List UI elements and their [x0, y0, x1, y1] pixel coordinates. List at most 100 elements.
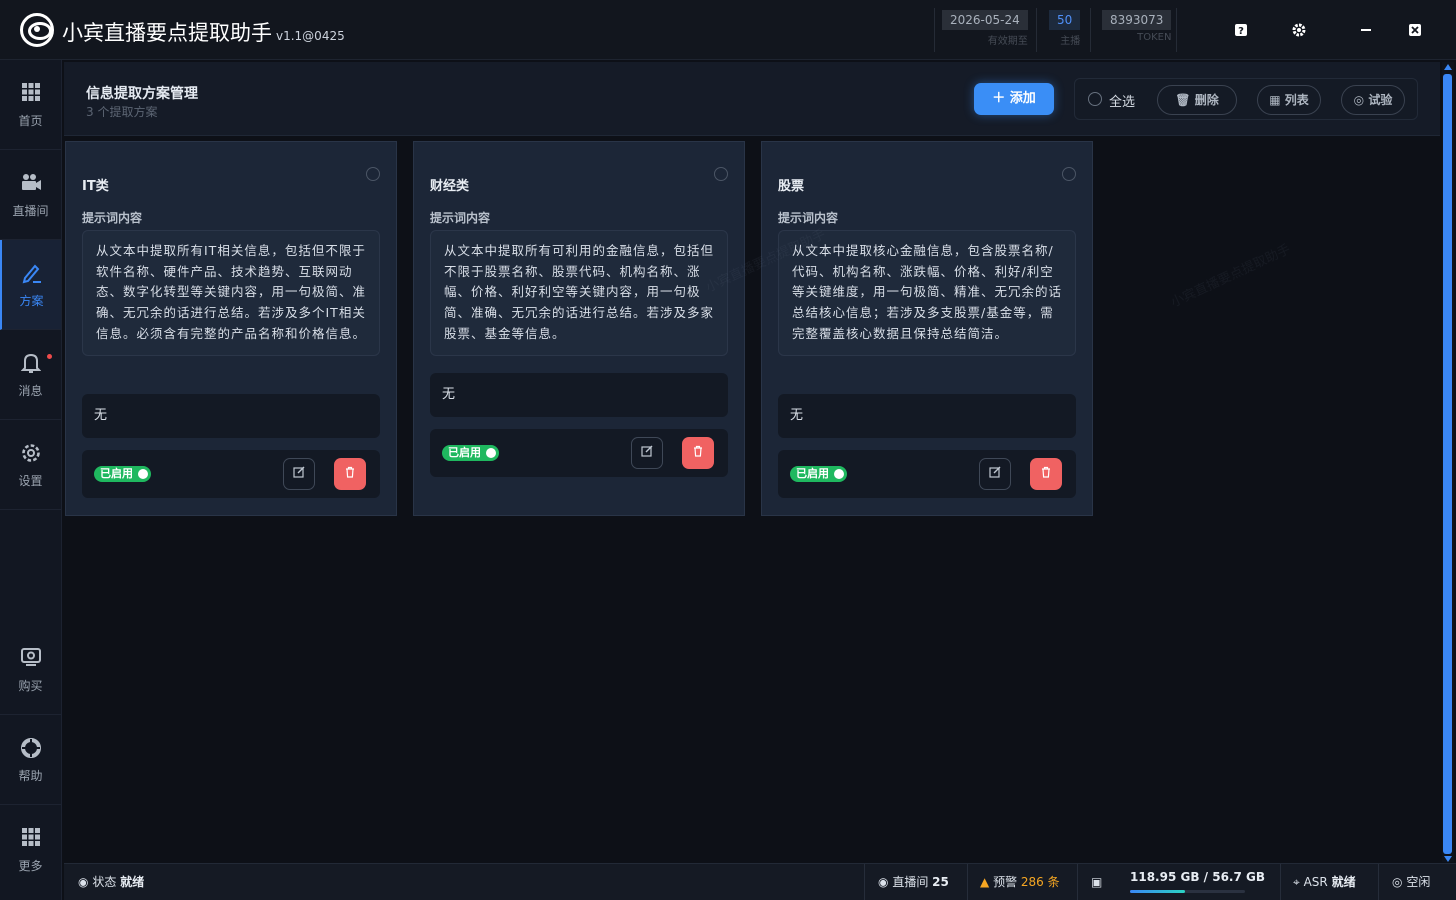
app-version: v1.1@0425 [276, 29, 345, 43]
asr-value: 就绪 [1331, 875, 1356, 889]
delete-card-button[interactable] [682, 437, 714, 469]
sidebar-item-home[interactable]: 首页 [0, 60, 61, 150]
trash-icon [346, 466, 354, 478]
edit-icon [641, 445, 653, 457]
status-label: 状态 [92, 875, 117, 889]
svg-text:?: ? [1238, 26, 1244, 37]
idle-status: ◎ 空闲 [1392, 864, 1430, 900]
test-button[interactable]: ◎ 试验 [1341, 85, 1405, 115]
sidebar-item-more[interactable]: 更多 [0, 805, 61, 895]
pen-icon [21, 262, 43, 284]
page-header: 信息提取方案管理 3 个提取方案 ＋ 添加 全选 🗑 删除 ▦ 列表 ◎ 试验 [64, 62, 1440, 136]
card-footer: 已启用 [82, 450, 380, 498]
scroll-down-arrow-icon[interactable] [1444, 856, 1452, 862]
watermark: 小宾直播要点提取助手 [1168, 242, 1293, 311]
bell-icon [20, 352, 42, 374]
expiry-stat: 2026-05-24 有效期至 [942, 10, 1028, 50]
live-room-count: ◉ 直播间 25 [878, 864, 949, 900]
plan-card-finance: 财经类 提示词内容 从文本中提取所有可利用的金融信息，包括但不限于股票名称、股票… [413, 141, 745, 516]
sidebar-item-label: 更多 [18, 859, 43, 873]
close-button[interactable] [1403, 18, 1427, 42]
sidebar-item-live-room[interactable]: 直播间 [0, 150, 61, 240]
anchor-count-value: 50 [1049, 10, 1081, 30]
enabled-toggle[interactable]: 已启用 [442, 445, 499, 461]
edit-button[interactable] [631, 437, 663, 469]
help-button[interactable]: ? [1229, 18, 1253, 42]
delete-card-button[interactable] [1030, 458, 1062, 490]
live-icon: ◉ [878, 875, 889, 889]
card-select-radio[interactable] [1062, 167, 1076, 181]
card-note: 无 [430, 373, 728, 417]
disk-usage-fill [1130, 890, 1186, 893]
divider [864, 864, 865, 900]
add-button-label: 添加 [1009, 91, 1036, 106]
sidebar-item-label: 直播间 [12, 204, 49, 218]
card-title: 股票 [778, 179, 805, 194]
sidebar-item-purchase[interactable]: 购买 [0, 625, 61, 715]
delete-button[interactable]: 🗑 删除 [1157, 85, 1237, 115]
app-title-text: 小宾直播要点提取助手 [62, 21, 272, 45]
edit-button[interactable] [979, 458, 1011, 490]
idle-icon: ◎ [1392, 875, 1403, 889]
anchor-stat: 50 主播 [1049, 10, 1081, 50]
list-view-button[interactable]: ▦ 列表 [1257, 85, 1321, 115]
enabled-toggle[interactable]: 已启用 [94, 466, 151, 482]
sidebar-item-label: 方案 [19, 294, 44, 308]
settings-button[interactable] [1287, 18, 1311, 42]
divider [967, 864, 968, 900]
divider [1036, 8, 1037, 52]
status-icon: ◉ [78, 875, 89, 889]
sidebar-item-messages[interactable]: 消息 [0, 330, 61, 420]
card-select-radio[interactable] [714, 167, 728, 181]
sidebar-item-label: 帮助 [18, 769, 43, 783]
select-all-checkbox[interactable] [1088, 92, 1102, 106]
sidebar-item-settings[interactable]: 设置 [0, 420, 61, 510]
add-button[interactable]: ＋ 添加 [974, 83, 1054, 115]
unread-dot [47, 354, 52, 359]
scrollbar-thumb[interactable] [1443, 74, 1452, 854]
toolbar-group: 全选 🗑 删除 ▦ 列表 ◎ 试验 [1074, 78, 1418, 120]
select-all-label[interactable]: 全选 [1109, 91, 1135, 110]
more-grid-icon [20, 827, 42, 849]
minimize-icon [1361, 29, 1371, 31]
app-status: ◉ 状态 就绪 [78, 864, 144, 900]
plan-card-it: IT类 提示词内容 从文本中提取所有IT相关信息，包括但不限于软件名称、硬件产品… [65, 141, 397, 516]
prompt-content: 从文本中提取所有可利用的金融信息，包括但不限于股票名称、股票代码、机构名称、涨幅… [430, 230, 728, 356]
card-footer: 已启用 [430, 429, 728, 477]
token-label: TOKEN [1137, 32, 1172, 43]
grid-icon [20, 82, 42, 104]
status-value: 就绪 [120, 875, 145, 889]
token-value: 8393073 [1102, 10, 1172, 30]
asr-icon: ⌖ [1293, 875, 1300, 889]
delete-button-label: 删除 [1194, 93, 1219, 107]
prompt-label: 提示词内容 [430, 211, 491, 225]
anchor-count-label: 主播 [1060, 36, 1081, 47]
sidebar: 首页 直播间 方案 消息 设置 购买 帮助 更多 [0, 60, 62, 900]
alert-label: 预警 [993, 875, 1018, 889]
sidebar-item-label: 购买 [18, 679, 43, 693]
plan-count: 3 个提取方案 [86, 105, 158, 119]
minimize-button[interactable] [1354, 18, 1378, 42]
idle-label: 空闲 [1406, 875, 1431, 889]
prompt-content: 从文本中提取所有IT相关信息，包括但不限于软件名称、硬件产品、技术趋势、互联网动… [82, 230, 380, 356]
card-select-radio[interactable] [366, 167, 380, 181]
warning-icon: ▲ [980, 875, 990, 889]
alert-count[interactable]: ▲ 预警 286 条 [980, 864, 1060, 900]
sidebar-item-label: 消息 [18, 384, 43, 398]
delete-card-button[interactable] [334, 458, 366, 490]
disk-usage-value: 118.95 GB / 56.7 GB [1130, 870, 1265, 884]
app-logo-icon [20, 13, 54, 47]
sidebar-item-plans[interactable]: 方案 [0, 240, 61, 330]
trash-icon [694, 445, 702, 457]
prompt-label: 提示词内容 [82, 211, 143, 225]
enabled-toggle[interactable]: 已启用 [790, 466, 847, 482]
alert-value: 286 条 [1020, 875, 1060, 889]
sidebar-item-help[interactable]: 帮助 [0, 715, 61, 805]
gear-icon [20, 442, 42, 464]
edit-button[interactable] [283, 458, 315, 490]
plus-icon: ＋ [992, 91, 1010, 106]
asr-label: ASR [1303, 875, 1328, 889]
edit-icon [293, 466, 305, 478]
scroll-up-arrow-icon[interactable] [1444, 64, 1452, 70]
asr-status: ⌖ ASR 就绪 [1293, 864, 1356, 900]
